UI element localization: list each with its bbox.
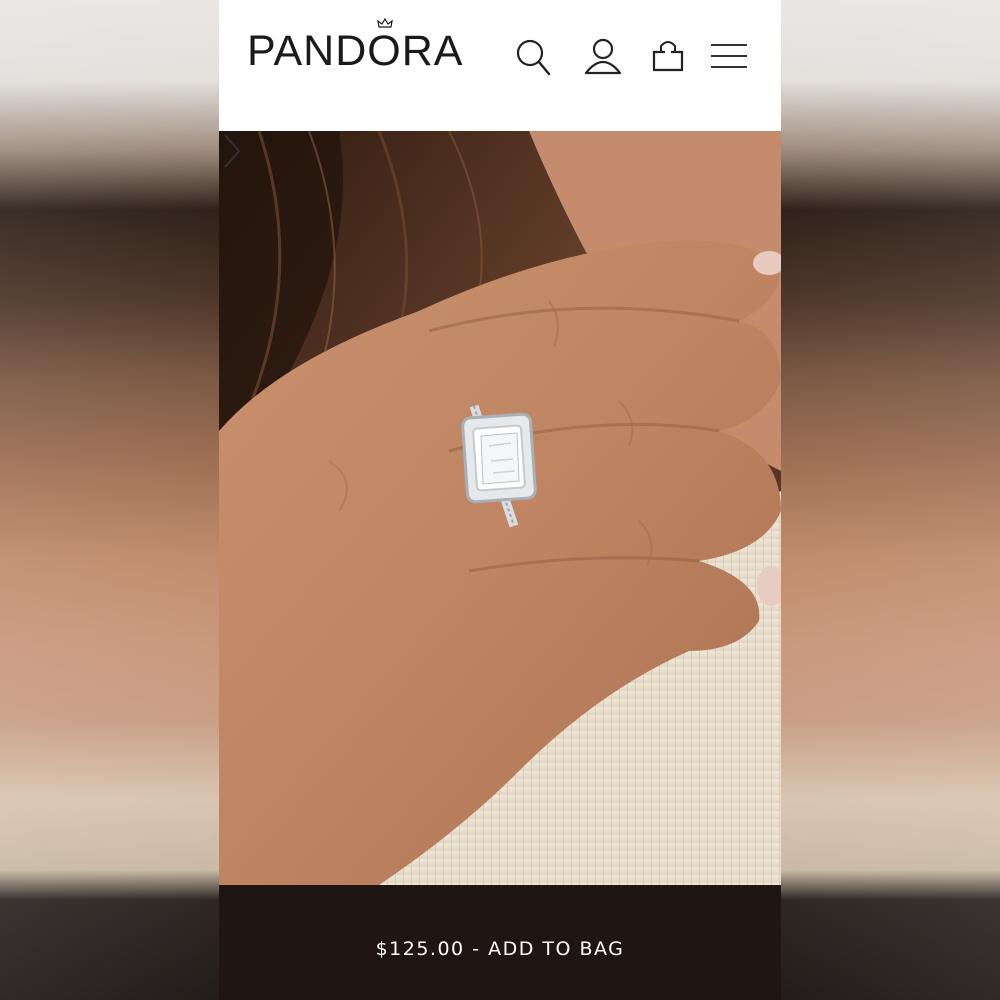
site-header: PANDORA bbox=[219, 0, 781, 131]
add-to-bag-button[interactable]: $125.00 - ADD TO BAG bbox=[219, 885, 781, 1000]
account-icon[interactable] bbox=[583, 36, 623, 76]
add-to-bag-label: $125.00 - ADD TO BAG bbox=[375, 937, 625, 960]
chevron-right-icon[interactable] bbox=[219, 131, 245, 171]
brand-logo[interactable]: PANDORA bbox=[247, 18, 464, 76]
hand-with-ring-illustration bbox=[219, 131, 781, 885]
shopping-bag-icon[interactable] bbox=[649, 36, 689, 76]
search-icon[interactable] bbox=[514, 36, 554, 76]
mobile-screen: PANDORA $125.00 - ADD TO BAG bbox=[219, 0, 781, 1000]
hamburger-menu-icon[interactable] bbox=[709, 36, 749, 76]
brand-name: PANDORA bbox=[247, 27, 464, 75]
product-hero-image bbox=[219, 131, 781, 885]
crown-icon bbox=[377, 18, 393, 28]
